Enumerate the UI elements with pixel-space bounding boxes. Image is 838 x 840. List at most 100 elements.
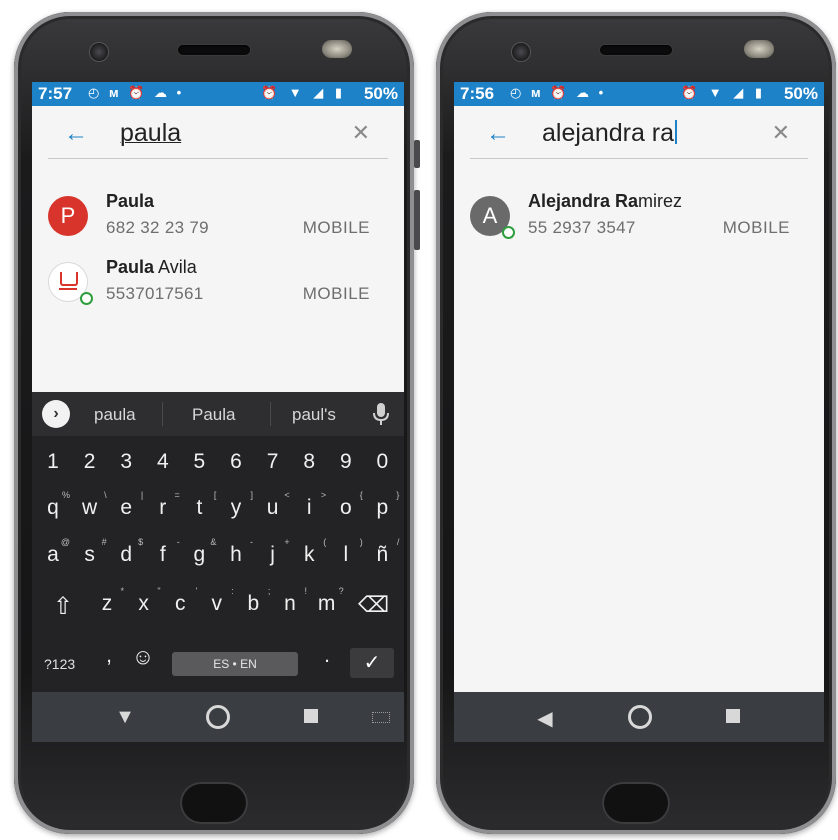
search-input[interactable]: alejandra ra xyxy=(542,119,678,148)
contact-row[interactable]: A Alejandra Ramirez 55 2937 3547 MOBILE xyxy=(454,190,824,256)
nav-back-icon[interactable]: ◀ xyxy=(530,706,560,731)
symbols-key[interactable]: ?123 xyxy=(44,656,75,672)
key[interactable]: f- xyxy=(148,537,180,567)
back-arrow-icon[interactable]: ← xyxy=(64,120,88,148)
search-input[interactable]: paula xyxy=(120,119,181,148)
contact-number: 682 32 23 79 xyxy=(106,218,209,237)
key[interactable]: 5 xyxy=(184,450,214,474)
key[interactable]: w \ xyxy=(75,490,107,520)
emoji-key-icon[interactable]: ☺ xyxy=(128,644,158,670)
battery-percent: 50% xyxy=(363,84,398,103)
contact-type: MOBILE xyxy=(302,284,370,303)
contact-number: 55 2937 3547 xyxy=(528,218,636,237)
contact-name: Paula Avila xyxy=(106,257,197,277)
key[interactable]: c ' xyxy=(165,586,197,616)
battery-percent: 50% xyxy=(783,84,818,103)
search-bar: ← paula ✕ xyxy=(32,106,404,166)
key[interactable]: ñ / xyxy=(367,537,400,567)
navigation-bar: ▼ xyxy=(32,692,404,742)
key[interactable]: p} xyxy=(367,490,400,520)
key[interactable]: j + xyxy=(258,537,289,567)
key[interactable]: 2 xyxy=(75,450,105,474)
status-time: 7:57 xyxy=(38,84,73,103)
avatar: P xyxy=(48,196,88,236)
key[interactable]: 1 xyxy=(38,450,68,474)
contact-row[interactable]: P Paula 682 32 23 79 MOBILE xyxy=(32,190,404,256)
key[interactable]: m? xyxy=(312,586,344,616)
key[interactable]: 4 xyxy=(148,450,178,474)
key[interactable]: 6 xyxy=(221,450,251,474)
status-bar: 7:57 ◴ ᴍ ⏰ ☁ • ⏰ ▼ ◢ ▮ 50% xyxy=(32,82,404,106)
keyboard: › paula Paula paul's 1234567890 q% w \ e | r =… xyxy=(32,392,404,692)
contact-type: MOBILE xyxy=(722,218,790,237)
period-key[interactable]: . xyxy=(312,644,342,668)
key[interactable]: 3 xyxy=(111,450,141,474)
key[interactable]: x " xyxy=(129,586,160,616)
nav-home-icon[interactable] xyxy=(206,705,230,729)
key[interactable]: n! xyxy=(275,586,307,616)
search-bar: ← alejandra ra ✕ xyxy=(454,106,824,166)
key[interactable]: e | xyxy=(111,490,143,520)
clear-icon[interactable]: ✕ xyxy=(352,120,370,146)
home-button[interactable] xyxy=(602,782,670,824)
key[interactable]: l) xyxy=(331,537,362,567)
key[interactable]: d $ xyxy=(111,537,143,567)
status-bar: 7:56 ◴ ᴍ ⏰ ☁ • ⏰ ▼ ◢ ▮ 50% xyxy=(454,82,824,106)
status-time: 7:56 xyxy=(460,84,495,103)
suggestion[interactable]: paula xyxy=(94,405,136,425)
comma-key[interactable]: , xyxy=(94,644,124,668)
nav-back-down-icon[interactable]: ▼ xyxy=(110,706,140,729)
backspace-key-icon[interactable]: ⌫ xyxy=(358,592,389,618)
key[interactable]: r = xyxy=(148,490,180,520)
key[interactable]: a @ xyxy=(38,537,70,567)
divider xyxy=(162,402,163,426)
home-button[interactable] xyxy=(180,782,248,824)
key[interactable]: 0 xyxy=(367,450,397,474)
notification-icons: ◴ ᴍ ⏰ ☁ • xyxy=(510,85,607,100)
suggestion[interactable]: paul's xyxy=(292,405,336,425)
letter-row-1: q% w \ e | r = t[y] u < i > o{p} xyxy=(32,490,404,542)
system-icons: ⏰ ▼ ◢ ▮ xyxy=(680,85,766,100)
shift-key-icon[interactable]: ⇧ xyxy=(48,592,78,621)
key[interactable]: v: xyxy=(202,586,234,616)
letter-row-3: ⇧ ⌫ z * x " c ' v: b; n! m? xyxy=(32,586,404,638)
chevron-right-icon[interactable]: › xyxy=(42,400,70,428)
logo-icon xyxy=(60,272,78,286)
key[interactable]: i > xyxy=(294,490,326,520)
key[interactable]: o{ xyxy=(331,490,363,520)
key[interactable]: k( xyxy=(294,537,326,567)
contact-number: 5537017561 xyxy=(106,284,204,303)
suggestion-strip: › paula Paula paul's xyxy=(32,392,404,436)
key[interactable]: 8 xyxy=(294,450,324,474)
navigation-bar: ◀ xyxy=(454,692,824,742)
key[interactable]: y] xyxy=(221,490,253,520)
key[interactable]: 7 xyxy=(258,450,288,474)
notification-icons: ◴ ᴍ ⏰ ☁ • xyxy=(88,85,185,100)
nav-recents-icon[interactable] xyxy=(304,709,318,723)
key[interactable]: b; xyxy=(238,586,271,616)
search-underline xyxy=(470,158,808,159)
key[interactable]: g & xyxy=(184,537,217,567)
clear-icon[interactable]: ✕ xyxy=(772,120,790,146)
contact-name: Alejandra Ramirez xyxy=(528,191,683,211)
key[interactable]: s # xyxy=(75,537,106,567)
key[interactable]: h- xyxy=(221,537,253,567)
key[interactable]: 9 xyxy=(331,450,361,474)
contact-row[interactable]: Paula Avila 5537017561 MOBILE xyxy=(32,256,404,322)
key[interactable]: t[ xyxy=(184,490,216,520)
key[interactable]: u < xyxy=(258,490,290,520)
space-key[interactable]: ES • EN xyxy=(172,652,298,676)
volume-button xyxy=(414,190,420,250)
suggestion[interactable]: Paula xyxy=(192,405,235,425)
bottom-key-row: ?123 , ☺ ES • EN . ✓ xyxy=(32,644,404,690)
online-status-icon xyxy=(502,226,515,239)
divider xyxy=(270,402,271,426)
enter-key-icon[interactable]: ✓ xyxy=(350,648,394,678)
nav-recents-icon[interactable] xyxy=(726,709,740,723)
key[interactable]: q% xyxy=(38,490,70,520)
nav-home-icon[interactable] xyxy=(628,705,652,729)
microphone-icon[interactable] xyxy=(370,402,392,426)
keyboard-switch-icon[interactable] xyxy=(372,712,390,723)
key[interactable]: z * xyxy=(92,586,124,616)
back-arrow-icon[interactable]: ← xyxy=(486,120,510,148)
